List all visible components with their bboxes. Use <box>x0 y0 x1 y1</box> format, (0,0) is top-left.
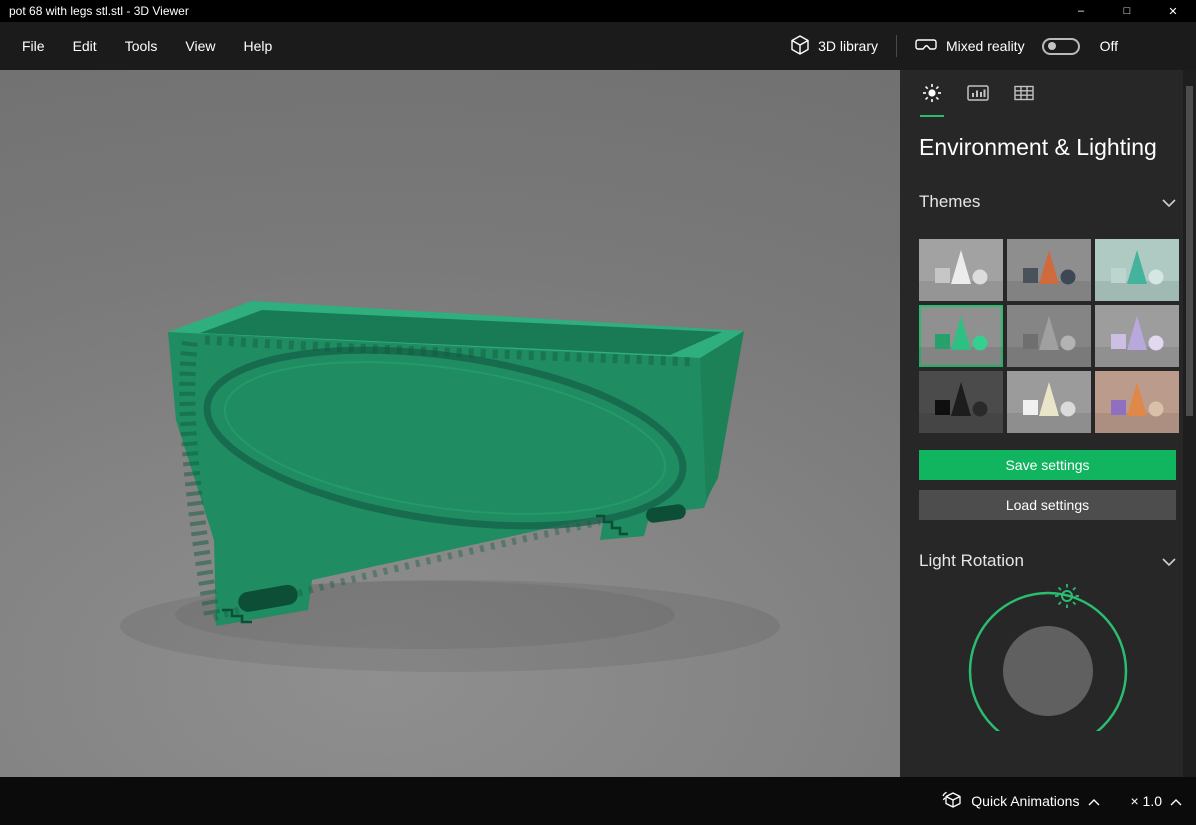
theme-thumbnail-3[interactable] <box>1095 239 1179 301</box>
settings-panel: Environment & Lighting Themes Save setti… <box>900 70 1196 777</box>
menu-item-edit[interactable]: Edit <box>59 31 111 61</box>
maximize-button[interactable]: □ <box>1104 0 1150 22</box>
themes-section-header[interactable]: Themes <box>919 192 1176 212</box>
theme-thumbnail-6[interactable] <box>1095 305 1179 367</box>
window-controls: – □ ✕ <box>1058 0 1196 22</box>
chevron-up-icon[interactable] <box>1170 793 1182 809</box>
minimize-button[interactable]: – <box>1058 0 1104 22</box>
3d-library-label: 3D library <box>818 38 878 54</box>
theme-thumbnail-9[interactable] <box>1095 371 1179 433</box>
stats-icon <box>967 83 989 108</box>
close-button[interactable]: ✕ <box>1150 0 1196 22</box>
grid-icon <box>1013 83 1035 108</box>
theme-thumbnail-5[interactable] <box>1007 305 1091 367</box>
light-rotation-dial[interactable] <box>919 583 1176 731</box>
theme-thumbnail-2[interactable] <box>1007 239 1091 301</box>
chevron-down-icon[interactable] <box>1162 192 1176 212</box>
mixed-reality-label: Mixed reality <box>945 38 1025 54</box>
menu-bar: File Edit Tools View Help 3D library Mixed r… <box>0 22 1196 70</box>
zoom-control[interactable]: × 1.0 <box>1130 793 1182 809</box>
menus: File Edit Tools View Help <box>0 31 286 61</box>
load-settings-button[interactable]: Load settings <box>919 490 1176 520</box>
quick-animations-icon <box>942 791 962 812</box>
light-rotation-label: Light Rotation <box>919 551 1024 570</box>
tab-underline <box>966 115 990 117</box>
mixed-reality-control: Mixed reality Off <box>915 37 1118 56</box>
panel-scrollbar[interactable] <box>1183 70 1196 777</box>
theme-thumbnail-7[interactable] <box>919 371 1003 433</box>
menu-item-view[interactable]: View <box>171 31 229 61</box>
main-area: Environment & Lighting Themes Save setti… <box>0 70 1196 777</box>
scrollbar-thumb[interactable] <box>1186 86 1193 416</box>
quick-animations-label: Quick Animations <box>971 793 1080 809</box>
mixed-reality-toggle[interactable] <box>1041 37 1080 55</box>
viewport-3d[interactable] <box>0 70 900 777</box>
tab-environment-lighting[interactable] <box>920 83 944 117</box>
divider <box>895 35 897 57</box>
tab-underline <box>1012 115 1036 117</box>
tab-stats-shading[interactable] <box>966 83 990 117</box>
pot-3d-model[interactable] <box>0 70 900 777</box>
menu-item-tools[interactable]: Tools <box>111 31 172 61</box>
mixed-reality-state: Off <box>1099 38 1118 54</box>
status-bar: Quick Animations × 1.0 <box>0 777 1196 825</box>
zoom-level: × 1.0 <box>1130 793 1162 809</box>
menu-item-help[interactable]: Help <box>229 31 286 61</box>
tab-underline <box>920 115 944 117</box>
mixed-reality-icon <box>915 37 937 56</box>
panel-tabs <box>919 70 1176 117</box>
themes-label: Themes <box>919 192 981 211</box>
theme-thumbnail-8[interactable] <box>1007 371 1091 433</box>
light-rotation-section-header[interactable]: Light Rotation <box>919 551 1176 571</box>
chevron-down-icon[interactable] <box>1162 551 1176 571</box>
save-settings-button[interactable]: Save settings <box>919 450 1176 480</box>
chevron-up-icon[interactable] <box>1088 793 1100 809</box>
title-bar: pot 68 with legs stl.stl - 3D Viewer – □… <box>0 0 1196 22</box>
page-title: Environment & Lighting <box>919 134 1157 160</box>
theme-thumbnail-4[interactable] <box>919 305 1003 367</box>
menu-item-file[interactable]: File <box>8 31 59 61</box>
3d-library-button[interactable]: 3D library <box>791 34 878 58</box>
theme-grid <box>919 239 1179 433</box>
tab-grid-views[interactable] <box>1012 83 1036 117</box>
window-title: pot 68 with legs stl.stl - 3D Viewer <box>9 4 189 18</box>
theme-thumbnail-1[interactable] <box>919 239 1003 301</box>
toggle-knob <box>1047 42 1056 50</box>
cube-icon <box>791 34 809 58</box>
sun-icon <box>922 83 942 108</box>
menubar-right: 3D library Mixed reality Off <box>791 34 1118 58</box>
quick-animations-button[interactable]: Quick Animations <box>942 791 1100 812</box>
